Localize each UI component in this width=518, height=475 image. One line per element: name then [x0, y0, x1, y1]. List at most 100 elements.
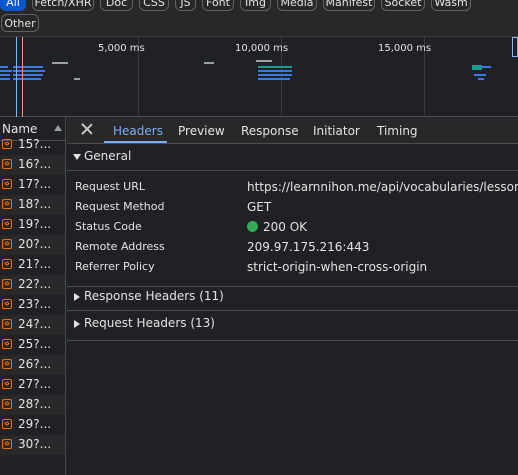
load-event-line — [22, 37, 23, 117]
filter-chip-js[interactable]: JS — [175, 0, 196, 11]
waterfall-bar — [258, 70, 292, 72]
request-url-value: https://learnnihon.me/api/vocabularies/l… — [247, 180, 518, 194]
request-method-value: GET — [247, 200, 272, 214]
status-code-row: 200 OK — [247, 220, 307, 234]
waterfall-bar — [0, 70, 12, 72]
request-row[interactable]: 24?... — [0, 315, 65, 335]
request-row[interactable]: 19?... — [0, 215, 65, 235]
waterfall-bar — [478, 78, 484, 80]
request-row[interactable]: 26?... — [0, 355, 65, 375]
xhr-icon — [2, 419, 12, 429]
response-headers-title: Response Headers (11) — [84, 289, 224, 303]
waterfall-bar — [204, 62, 214, 64]
request-row[interactable]: 29?... — [0, 415, 65, 435]
xhr-icon — [2, 139, 12, 149]
xhr-icon — [2, 299, 12, 309]
sort-ascending-icon — [54, 125, 62, 131]
status-code-label: Status Code — [75, 220, 142, 233]
xhr-icon — [2, 319, 12, 329]
request-headers-title: Request Headers (13) — [84, 316, 215, 330]
waterfall-bar — [74, 78, 80, 80]
tick-label-5000: 5,000 ms — [98, 43, 145, 54]
request-list: Name 15?... 16?... 17?... 18?... 19?... … — [0, 117, 66, 475]
request-row[interactable]: 21?... — [0, 255, 65, 275]
filter-chip-img[interactable]: Img — [240, 0, 271, 11]
tab-headers[interactable]: Headers — [113, 124, 163, 138]
filter-chip-other[interactable]: Other — [1, 14, 39, 32]
expanded-triangle-icon — [73, 154, 81, 160]
tab-response[interactable]: Response — [241, 124, 299, 138]
waterfall-bar — [0, 78, 10, 80]
waterfall-bar — [0, 74, 10, 76]
collapsed-triangle-icon — [74, 293, 80, 301]
remote-address-value: 209.97.175.216:443 — [247, 240, 370, 254]
request-headers-section-header[interactable]: Request Headers (13) — [67, 315, 518, 335]
divider — [67, 310, 518, 311]
request-row[interactable]: 16?... — [0, 155, 65, 175]
request-row[interactable]: 30?... — [0, 435, 65, 455]
request-row[interactable]: 20?... — [0, 235, 65, 255]
request-row[interactable]: 17?... — [0, 175, 65, 195]
filter-chip-css[interactable]: CSS — [139, 0, 169, 11]
filter-chip-all[interactable]: All — [0, 0, 26, 11]
waterfall-bar — [474, 74, 486, 76]
name-header-label: Name — [2, 122, 38, 136]
divider — [67, 286, 518, 287]
filter-chip-wasm[interactable]: Wasm — [431, 0, 471, 11]
response-headers-section-header[interactable]: Response Headers (11) — [67, 288, 518, 308]
request-url-label: Request URL — [75, 180, 146, 193]
request-row[interactable]: 15?... — [0, 135, 65, 155]
xhr-icon — [2, 339, 12, 349]
filter-chip-manifest[interactable]: Manifest — [323, 0, 375, 11]
tab-timing[interactable]: Timing — [377, 124, 418, 138]
active-tab-indicator — [104, 141, 167, 143]
waterfall-bar — [13, 66, 43, 68]
dom-content-loaded-line — [16, 37, 17, 117]
request-method-label: Request Method — [75, 200, 165, 213]
xhr-icon — [2, 279, 12, 289]
request-details-pane: Headers Preview Response Initiator Timin… — [67, 117, 518, 475]
request-row[interactable]: 28?... — [0, 395, 65, 415]
waterfall-bar — [13, 70, 45, 72]
overview-window-handle[interactable] — [512, 37, 518, 57]
request-row[interactable]: 25?... — [0, 335, 65, 355]
waterfall-bar — [258, 66, 292, 68]
status-ok-icon — [247, 221, 258, 232]
request-row[interactable]: 27?... — [0, 375, 65, 395]
filter-chip-media[interactable]: Media — [277, 0, 317, 11]
xhr-icon — [2, 179, 12, 189]
xhr-icon — [2, 379, 12, 389]
waterfall-bar — [52, 62, 68, 64]
tab-preview[interactable]: Preview — [178, 124, 225, 138]
divider — [67, 170, 518, 171]
xhr-icon — [2, 199, 12, 209]
tab-initiator[interactable]: Initiator — [313, 124, 360, 138]
status-code-value: 200 OK — [263, 220, 308, 234]
general-section-header[interactable]: General — [67, 148, 518, 168]
waterfall-bar — [13, 78, 41, 80]
filter-chip-doc[interactable]: Doc — [100, 0, 133, 11]
network-overview[interactable]: 5,000 ms 10,000 ms 15,000 ms — [0, 36, 518, 117]
xhr-icon — [2, 399, 12, 409]
filter-bar: All Fetch/XHR Doc CSS JS Font Img Media … — [0, 0, 518, 36]
waterfall-bar — [258, 78, 290, 80]
waterfall-bar — [256, 60, 272, 62]
collapsed-triangle-icon — [74, 320, 80, 328]
filter-chip-font[interactable]: Font — [202, 0, 234, 11]
waterfall-bar — [481, 66, 491, 68]
request-row[interactable]: 22?... — [0, 275, 65, 295]
filter-chip-socket[interactable]: Socket — [381, 0, 425, 11]
close-icon[interactable] — [81, 123, 93, 135]
request-row[interactable]: 18?... — [0, 195, 65, 215]
xhr-icon — [2, 159, 12, 169]
tick-label-10000: 10,000 ms — [235, 43, 289, 54]
waterfall-bar — [0, 66, 8, 68]
general-section-title: General — [84, 149, 132, 163]
remote-address-label: Remote Address — [75, 240, 165, 253]
xhr-icon — [2, 439, 12, 449]
request-row[interactable]: 23?... — [0, 295, 65, 315]
filter-chip-fetch-xhr[interactable]: Fetch/XHR — [32, 0, 94, 11]
details-tabbar: Headers Preview Response Initiator Timin… — [67, 117, 518, 144]
waterfall-bar — [13, 74, 43, 76]
divider — [67, 340, 518, 341]
